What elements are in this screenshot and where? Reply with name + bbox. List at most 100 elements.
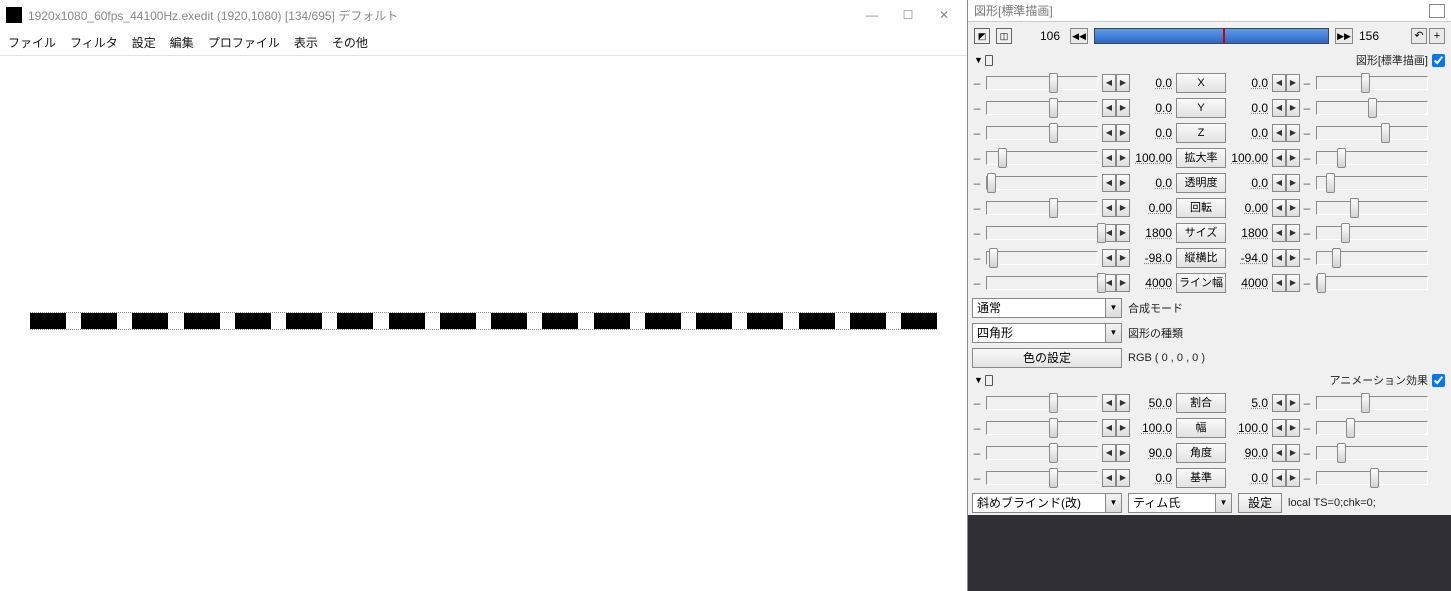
value-right[interactable]: 100.0 xyxy=(1228,421,1270,435)
value-right[interactable]: 4000 xyxy=(1228,276,1270,290)
slider-left[interactable] xyxy=(986,471,1098,485)
slider-right[interactable] xyxy=(1316,396,1428,410)
decrement-button[interactable]: ◀ xyxy=(1272,174,1286,192)
value-right[interactable]: 5.0 xyxy=(1228,396,1270,410)
timeline-track[interactable] xyxy=(1094,28,1329,44)
increment-button[interactable]: ▶ xyxy=(1116,419,1130,437)
value-left[interactable]: 4000 xyxy=(1132,276,1174,290)
value-right[interactable]: 0.0 xyxy=(1228,76,1270,90)
slider-right[interactable] xyxy=(1316,101,1428,115)
blend-mode-combo[interactable]: 通常▼ xyxy=(972,298,1122,318)
param-button-縦横比[interactable]: 縦横比 xyxy=(1176,248,1226,268)
decrement-button[interactable]: ◀ xyxy=(1102,99,1116,117)
value-right[interactable]: 0.0 xyxy=(1228,176,1270,190)
collapse-icon[interactable]: ▼ xyxy=(974,375,983,385)
increment-button[interactable]: ▶ xyxy=(1286,394,1300,412)
param-button-基準[interactable]: 基準 xyxy=(1176,468,1226,488)
anim-author-combo[interactable]: ティム氏▼ xyxy=(1128,493,1232,513)
increment-button[interactable]: ▶ xyxy=(1286,174,1300,192)
value-right[interactable]: 0.0 xyxy=(1228,471,1270,485)
menu-settings[interactable]: 設定 xyxy=(132,34,156,51)
value-right[interactable]: 1800 xyxy=(1228,226,1270,240)
increment-button[interactable]: ▶ xyxy=(1286,74,1300,92)
value-right[interactable]: 90.0 xyxy=(1228,446,1270,460)
menu-view[interactable]: 表示 xyxy=(294,34,318,51)
value-left[interactable]: -98.0 xyxy=(1132,251,1174,265)
param-button-X[interactable]: X xyxy=(1176,73,1226,93)
slider-left[interactable] xyxy=(986,396,1098,410)
decrement-button[interactable]: ◀ xyxy=(1272,249,1286,267)
value-left[interactable]: 0.0 xyxy=(1132,76,1174,90)
decrement-button[interactable]: ◀ xyxy=(1272,419,1286,437)
increment-button[interactable]: ▶ xyxy=(1116,394,1130,412)
param-button-回転[interactable]: 回転 xyxy=(1176,198,1226,218)
increment-button[interactable]: ▶ xyxy=(1116,124,1130,142)
param-button-サイズ[interactable]: サイズ xyxy=(1176,223,1226,243)
increment-button[interactable]: ▶ xyxy=(1116,274,1130,292)
decrement-button[interactable]: ◀ xyxy=(1272,149,1286,167)
param-button-Z[interactable]: Z xyxy=(1176,123,1226,143)
increment-button[interactable]: ▶ xyxy=(1116,74,1130,92)
param-button-拡大率[interactable]: 拡大率 xyxy=(1176,148,1226,168)
menu-profile[interactable]: プロファイル xyxy=(208,34,280,51)
increment-button[interactable]: ▶ xyxy=(1116,174,1130,192)
value-left[interactable]: 50.0 xyxy=(1132,396,1174,410)
param-button-ライン幅[interactable]: ライン幅 xyxy=(1176,273,1226,293)
slider-right[interactable] xyxy=(1316,276,1428,290)
slider-left[interactable] xyxy=(986,251,1098,265)
slider-right[interactable] xyxy=(1316,76,1428,90)
property-maximize-button[interactable] xyxy=(1429,4,1445,18)
decrement-button[interactable]: ◀ xyxy=(1272,394,1286,412)
value-right[interactable]: -94.0 xyxy=(1228,251,1270,265)
increment-button[interactable]: ▶ xyxy=(1116,249,1130,267)
value-left[interactable]: 90.0 xyxy=(1132,446,1174,460)
value-left[interactable]: 100.0 xyxy=(1132,421,1174,435)
timeline-undo-button[interactable]: ↶ xyxy=(1411,28,1427,44)
step-back-button[interactable]: ◀◀ xyxy=(1070,28,1088,44)
maximize-button[interactable]: ☐ xyxy=(891,3,925,27)
timeline-icon-left[interactable]: ◩ xyxy=(974,28,990,44)
value-left[interactable]: 1800 xyxy=(1132,226,1174,240)
increment-button[interactable]: ▶ xyxy=(1116,469,1130,487)
section-anim-enable[interactable] xyxy=(1432,374,1445,387)
decrement-button[interactable]: ◀ xyxy=(1272,124,1286,142)
slider-right[interactable] xyxy=(1316,201,1428,215)
decrement-button[interactable]: ◀ xyxy=(1102,249,1116,267)
decrement-button[interactable]: ◀ xyxy=(1272,469,1286,487)
increment-button[interactable]: ▶ xyxy=(1286,99,1300,117)
increment-button[interactable]: ▶ xyxy=(1286,124,1300,142)
param-button-角度[interactable]: 角度 xyxy=(1176,443,1226,463)
slider-right[interactable] xyxy=(1316,446,1428,460)
decrement-button[interactable]: ◀ xyxy=(1102,444,1116,462)
value-right[interactable]: 0.00 xyxy=(1228,201,1270,215)
decrement-button[interactable]: ◀ xyxy=(1102,74,1116,92)
value-right[interactable]: 0.0 xyxy=(1228,126,1270,140)
decrement-button[interactable]: ◀ xyxy=(1102,469,1116,487)
decrement-button[interactable]: ◀ xyxy=(1272,199,1286,217)
increment-button[interactable]: ▶ xyxy=(1286,444,1300,462)
step-forward-button[interactable]: ▶▶ xyxy=(1335,28,1353,44)
increment-button[interactable]: ▶ xyxy=(1286,199,1300,217)
increment-button[interactable]: ▶ xyxy=(1116,444,1130,462)
slider-left[interactable] xyxy=(986,151,1098,165)
value-left[interactable]: 0.0 xyxy=(1132,471,1174,485)
increment-button[interactable]: ▶ xyxy=(1116,99,1130,117)
slider-left[interactable] xyxy=(986,126,1098,140)
timeline-add-button[interactable]: + xyxy=(1429,28,1445,44)
slider-right[interactable] xyxy=(1316,471,1428,485)
slider-left[interactable] xyxy=(986,201,1098,215)
menu-filter[interactable]: フィルタ xyxy=(70,34,118,51)
minimize-button[interactable]: — xyxy=(855,3,889,27)
decrement-button[interactable]: ◀ xyxy=(1102,199,1116,217)
param-button-透明度[interactable]: 透明度 xyxy=(1176,173,1226,193)
anim-settings-button[interactable]: 設定 xyxy=(1238,493,1282,513)
collapse-icon[interactable]: ▼ xyxy=(974,55,983,65)
increment-button[interactable]: ▶ xyxy=(1286,224,1300,242)
slider-left[interactable] xyxy=(986,76,1098,90)
value-right[interactable]: 0.0 xyxy=(1228,101,1270,115)
decrement-button[interactable]: ◀ xyxy=(1102,419,1116,437)
menu-edit[interactable]: 編集 xyxy=(170,34,194,51)
increment-button[interactable]: ▶ xyxy=(1116,199,1130,217)
decrement-button[interactable]: ◀ xyxy=(1272,74,1286,92)
param-button-幅[interactable]: 幅 xyxy=(1176,418,1226,438)
